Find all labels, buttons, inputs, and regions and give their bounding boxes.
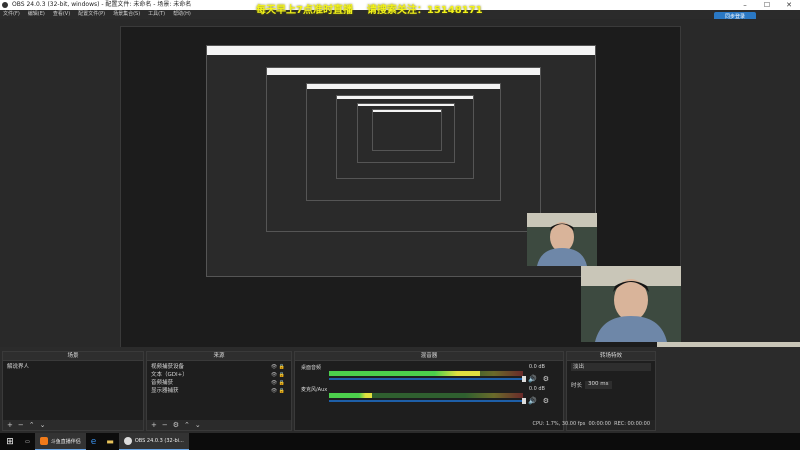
remove-source-button[interactable]: − [162,420,168,430]
sources-list: 视频捕获设备 👁 🔒 文本（GDI+） 👁 🔒 音频捕获 👁 🔒 显示器捕获 👁 🔒 [147,361,291,420]
visibility-icon[interactable]: 👁 🔒 [271,387,285,395]
webcam-image-medium [581,266,681,342]
mixer-channel-desktop: 桌面音频 0.0 dB 🔊 ⚙ [299,363,559,385]
live-time: 00:00:00 [588,421,611,427]
move-source-down-button[interactable]: ⌄ [195,420,201,430]
taskbar-item-douyu[interactable]: 斗鱼直播伴侣 [34,433,86,450]
scenes-dock: 场景 解说界人 + − ⌃ ⌄ [2,351,144,431]
mixer-channels: 桌面音频 0.0 dB 🔊 ⚙ 麦克风/Aux 0.0 dB 🔊 ⚙ [295,361,563,430]
taskbar-item-label: 斗鱼直播伴侣 [50,438,81,445]
window-controls: – ☐ ✕ [734,0,800,10]
menu-view[interactable]: 查看(V) [53,10,70,19]
rec-time: REC: 00:00:00 [614,421,650,427]
volume-meter [329,393,523,398]
file-explorer-icon[interactable]: ▬ [101,433,119,450]
menu-tools[interactable]: 工具(T) [148,10,165,19]
taskbar-item-obs[interactable]: OBS 24.0.3 (32-bi... [118,433,189,450]
meter-level [329,371,481,376]
menu-scene-collection[interactable]: 场景集合(S) [113,10,140,19]
scenes-dock-title: 场景 [3,352,143,361]
move-scene-down-button[interactable]: ⌄ [40,420,46,430]
menu-file[interactable]: 文件(F) [3,10,20,19]
source-settings-gear-icon[interactable]: ⚙ [173,420,179,430]
transition-type-select[interactable]: 淡出 [571,363,651,371]
status-bar: CPU: 1.7%, 30.00 fps 00:00:00 REC: 00:00… [533,421,650,427]
source-item[interactable]: 显示器捕获 👁 🔒 [151,387,287,395]
sources-toolbar: + − ⚙ ⌃ ⌄ [147,420,291,430]
mixer-dock-title: 混音器 [295,352,563,361]
transitions-dock: 转场特效 淡出 时长 300 ms [566,351,656,431]
scenes-toolbar: + − ⌃ ⌄ [3,420,143,430]
duration-label: 时长 [571,383,583,389]
task-view-icon[interactable]: ▭ [20,433,35,450]
windows-taskbar: ⊞ ▭ 斗鱼直播伴侣 e ▬ OBS 24.0.3 (32-bi... [0,433,800,450]
move-scene-up-button[interactable]: ⌃ [29,420,35,430]
move-source-up-button[interactable]: ⌃ [184,420,190,430]
speaker-icon[interactable]: 🔊 [528,397,537,405]
slider-knob[interactable] [522,398,526,404]
nested-capture-6 [372,109,442,151]
visibility-icon[interactable]: 👁 🔒 [271,371,285,379]
meter-level [329,393,372,398]
channel-name: 麦克风/Aux [301,387,328,393]
taskbar-item-label: OBS 24.0.3 (32-bi... [134,438,184,444]
maximize-button[interactable]: ☐ [756,0,778,10]
overlay-banner-text: 每天早上7点准时直播 请搜索关注：15148171 [256,1,483,16]
source-item[interactable]: 视频捕获设备 👁 🔒 [151,363,287,371]
webcam-feed-medium [581,266,681,342]
edge-browser-icon[interactable]: e [86,433,102,450]
visibility-icon[interactable]: 👁 🔒 [271,379,285,387]
obs-app-icon [2,2,8,8]
scenes-list: 解说界人 [3,361,143,420]
gear-icon[interactable]: ⚙ [543,375,549,383]
overlay-line-1: 每天早上7点准时直播 [256,5,353,16]
volume-slider[interactable] [329,376,526,382]
channel-db: 0.0 dB [528,364,545,370]
source-item[interactable]: 音频捕获 👁 🔒 [151,379,287,387]
duration-input[interactable]: 300 ms [585,381,612,389]
transitions-dock-title: 转场特效 [567,352,655,361]
window-title: OBS 24.0.3 (32-bit, windows) - 配置文件: 未命名… [12,1,192,8]
add-scene-button[interactable]: + [7,420,13,430]
webcam-image-small [527,213,597,266]
docks-area: 场景 解说界人 + − ⌃ ⌄ 来源 视频捕获设备 👁 🔒 文本（GDI+） 👁 🔒… [0,347,800,433]
gear-icon[interactable]: ⚙ [543,397,549,405]
add-source-button[interactable]: + [151,420,157,430]
sources-dock-title: 来源 [147,352,291,361]
scene-item[interactable]: 解说界人 [7,363,139,371]
volume-meter [329,371,523,376]
visibility-icon[interactable]: 👁 🔒 [271,363,285,371]
menu-edit[interactable]: 编辑(E) [28,10,45,19]
minimize-button[interactable]: – [734,0,756,10]
cpu-status: CPU: 1.7%, 30.00 fps [532,421,586,427]
menu-profile[interactable]: 配置文件(P) [78,10,105,19]
sources-dock: 来源 视频捕获设备 👁 🔒 文本（GDI+） 👁 🔒 音频捕获 👁 🔒 显示器捕获 👁 … [146,351,292,431]
mixer-dock: 混音器 桌面音频 0.0 dB 🔊 ⚙ 麦克风/Aux 0.0 dB 🔊 ⚙ [294,351,564,431]
menu-help[interactable]: 帮助(H) [173,10,191,19]
transitions-body: 淡出 时长 300 ms [567,361,655,420]
douyu-app-icon [39,437,48,445]
windows-start-icon[interactable]: ⊞ [0,433,20,450]
channel-db: 0.0 dB [528,386,545,392]
source-item[interactable]: 文本（GDI+） 👁 🔒 [151,371,287,379]
close-button[interactable]: ✕ [778,0,800,10]
obs-app-icon [123,437,132,445]
channel-name: 桌面音频 [301,365,322,371]
webcam-feed-small [527,213,597,266]
speaker-icon[interactable]: 🔊 [528,375,537,383]
mixer-channel-mic: 麦克风/Aux 0.0 dB 🔊 ⚙ [299,385,559,407]
remove-scene-button[interactable]: − [18,420,24,430]
slider-knob[interactable] [522,376,526,382]
overlay-line-2: 请搜索关注：15148171 [366,5,483,16]
volume-slider[interactable] [329,398,526,404]
